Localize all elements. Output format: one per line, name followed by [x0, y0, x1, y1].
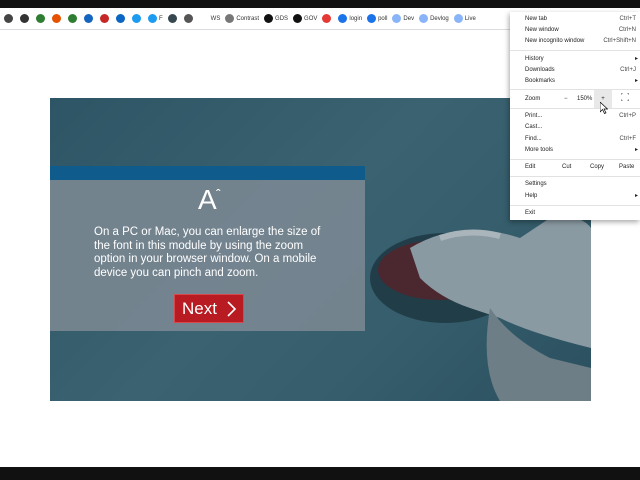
- bookmark-icon-2: [20, 14, 29, 23]
- panel-header-bar: [50, 166, 365, 180]
- zoom-label: Zoom: [525, 96, 541, 102]
- bookmark-item[interactable]: [36, 14, 47, 23]
- linkedin-icon: [116, 14, 125, 23]
- menu-item-more-tools[interactable]: More tools ▸: [510, 145, 640, 156]
- bookmark-label: Devlog: [430, 15, 449, 22]
- submenu-arrow-icon: ▸: [634, 78, 638, 84]
- bookmark-item[interactable]: [68, 14, 79, 23]
- paste-button[interactable]: Paste: [619, 162, 634, 173]
- bookmark-item[interactable]: login: [338, 14, 362, 23]
- bookmark-icon-4: [52, 14, 61, 23]
- mouse-cursor-icon: [600, 102, 608, 114]
- font-size-icon: Aˆ: [198, 184, 221, 215]
- bookmark-item[interactable]: [100, 14, 111, 23]
- zoom-level: 150%: [577, 96, 593, 102]
- contrast-icon: [225, 14, 235, 23]
- menu-item-new-tab[interactable]: New tab Ctrl+T: [510, 14, 640, 25]
- menu-item-new-window[interactable]: New window Ctrl+N: [510, 25, 640, 36]
- bookmark-item[interactable]: Live: [453, 14, 476, 23]
- bookmark-label: poll: [378, 15, 388, 22]
- next-button-label: Next: [182, 299, 217, 318]
- menu-separator: [510, 159, 640, 160]
- menu-separator: [510, 50, 640, 51]
- bookmark-item[interactable]: [183, 14, 195, 23]
- window-bottom-strip: [0, 467, 640, 480]
- twitter-icon-2: [148, 14, 157, 23]
- bookmark-item[interactable]: poll: [367, 14, 387, 23]
- bookmark-icon-9: [183, 14, 193, 23]
- zoom-instructions-text: On a PC or Mac, you can enlarge the size…: [94, 226, 321, 279]
- poll-icon: [367, 14, 377, 23]
- youtube-icon: [322, 14, 332, 23]
- bookmark-item[interactable]: GDS: [264, 14, 288, 23]
- bookmark-label: WS: [210, 15, 221, 22]
- chrome-main-menu: New tab Ctrl+T New window Ctrl+N New incog…: [510, 12, 640, 220]
- devlog-icon: [419, 14, 429, 23]
- menu-item-exit[interactable]: Exit: [510, 208, 640, 219]
- menu-item-cast[interactable]: Cast...: [510, 122, 640, 133]
- menu-item-find[interactable]: Find... Ctrl+F: [510, 134, 640, 145]
- bookmark-item[interactable]: [132, 14, 143, 23]
- menu-item-settings[interactable]: Settings: [510, 179, 640, 190]
- menu-item-help[interactable]: Help ▸: [510, 191, 640, 202]
- bookmark-icon-6: [84, 14, 93, 23]
- menu-item-history[interactable]: History ▸: [510, 54, 640, 65]
- submenu-arrow-icon: ▸: [634, 193, 638, 199]
- bookmark-icon-1: [4, 14, 13, 23]
- bookmark-icon-5: [68, 14, 77, 23]
- dev-icon: [392, 14, 402, 23]
- next-button[interactable]: Next: [174, 294, 244, 323]
- bookmark-label: F: [159, 15, 163, 22]
- bookmark-icon-3: [36, 14, 45, 23]
- bookmark-icon-8: [167, 14, 177, 23]
- ws-icon: [200, 14, 209, 23]
- bookmark-item[interactable]: WS: [200, 14, 221, 23]
- menu-item-bookmarks[interactable]: Bookmarks ▸: [510, 76, 640, 87]
- bookmark-label: GOV: [304, 15, 318, 22]
- bookmark-item[interactable]: [4, 14, 15, 23]
- copy-button[interactable]: Copy: [590, 162, 604, 173]
- gov-icon: [293, 14, 303, 23]
- submenu-arrow-icon: ▸: [634, 56, 638, 62]
- menu-item-new-incognito[interactable]: New incognito window Ctrl+Shift+N: [510, 36, 640, 47]
- bookmark-label: login: [349, 15, 363, 22]
- window-top-strip: [0, 0, 640, 8]
- info-panel: Aˆ On a PC or Mac, you can enlarge the s…: [50, 166, 365, 331]
- menu-item-print[interactable]: Print... Ctrl+P: [510, 111, 640, 122]
- submenu-arrow-icon: ▸: [634, 147, 638, 153]
- bookmark-icon-7: [100, 14, 109, 23]
- bookmark-item[interactable]: [167, 14, 179, 23]
- bookmark-item[interactable]: F: [148, 14, 163, 23]
- bookmark-item[interactable]: GOV: [293, 14, 317, 23]
- bookmark-item[interactable]: [116, 14, 127, 23]
- bookmark-item[interactable]: [322, 14, 333, 23]
- menu-separator: [510, 176, 640, 177]
- menu-edit-row: Edit Cut Copy Paste: [510, 162, 640, 173]
- chevron-right-icon: [227, 301, 237, 317]
- menu-separator: [510, 89, 640, 90]
- login-icon: [338, 14, 348, 23]
- menu-zoom-row: Zoom − 150% +: [510, 90, 640, 109]
- bookmark-label: Contrast: [236, 15, 260, 22]
- bookmark-item[interactable]: [20, 14, 31, 23]
- bookmark-label: Dev: [403, 15, 415, 22]
- bookmark-item[interactable]: Dev: [392, 14, 414, 23]
- fullscreen-icon[interactable]: [621, 93, 629, 101]
- bookmark-label: GDS: [275, 15, 289, 22]
- bookmark-item[interactable]: Contrast: [225, 14, 259, 23]
- zoom-out-button[interactable]: −: [564, 94, 568, 105]
- bookmark-item[interactable]: [84, 14, 95, 23]
- bookmark-label: Live: [464, 15, 476, 22]
- menu-separator: [510, 108, 640, 109]
- live-icon: [453, 14, 463, 23]
- menu-separator: [510, 205, 640, 206]
- gds-icon: [264, 14, 274, 23]
- cut-button[interactable]: Cut: [562, 162, 571, 173]
- twitter-icon: [132, 14, 141, 23]
- bookmark-item[interactable]: [52, 14, 63, 23]
- bookmark-item[interactable]: Devlog: [419, 14, 449, 23]
- menu-item-downloads[interactable]: Downloads Ctrl+J: [510, 65, 640, 76]
